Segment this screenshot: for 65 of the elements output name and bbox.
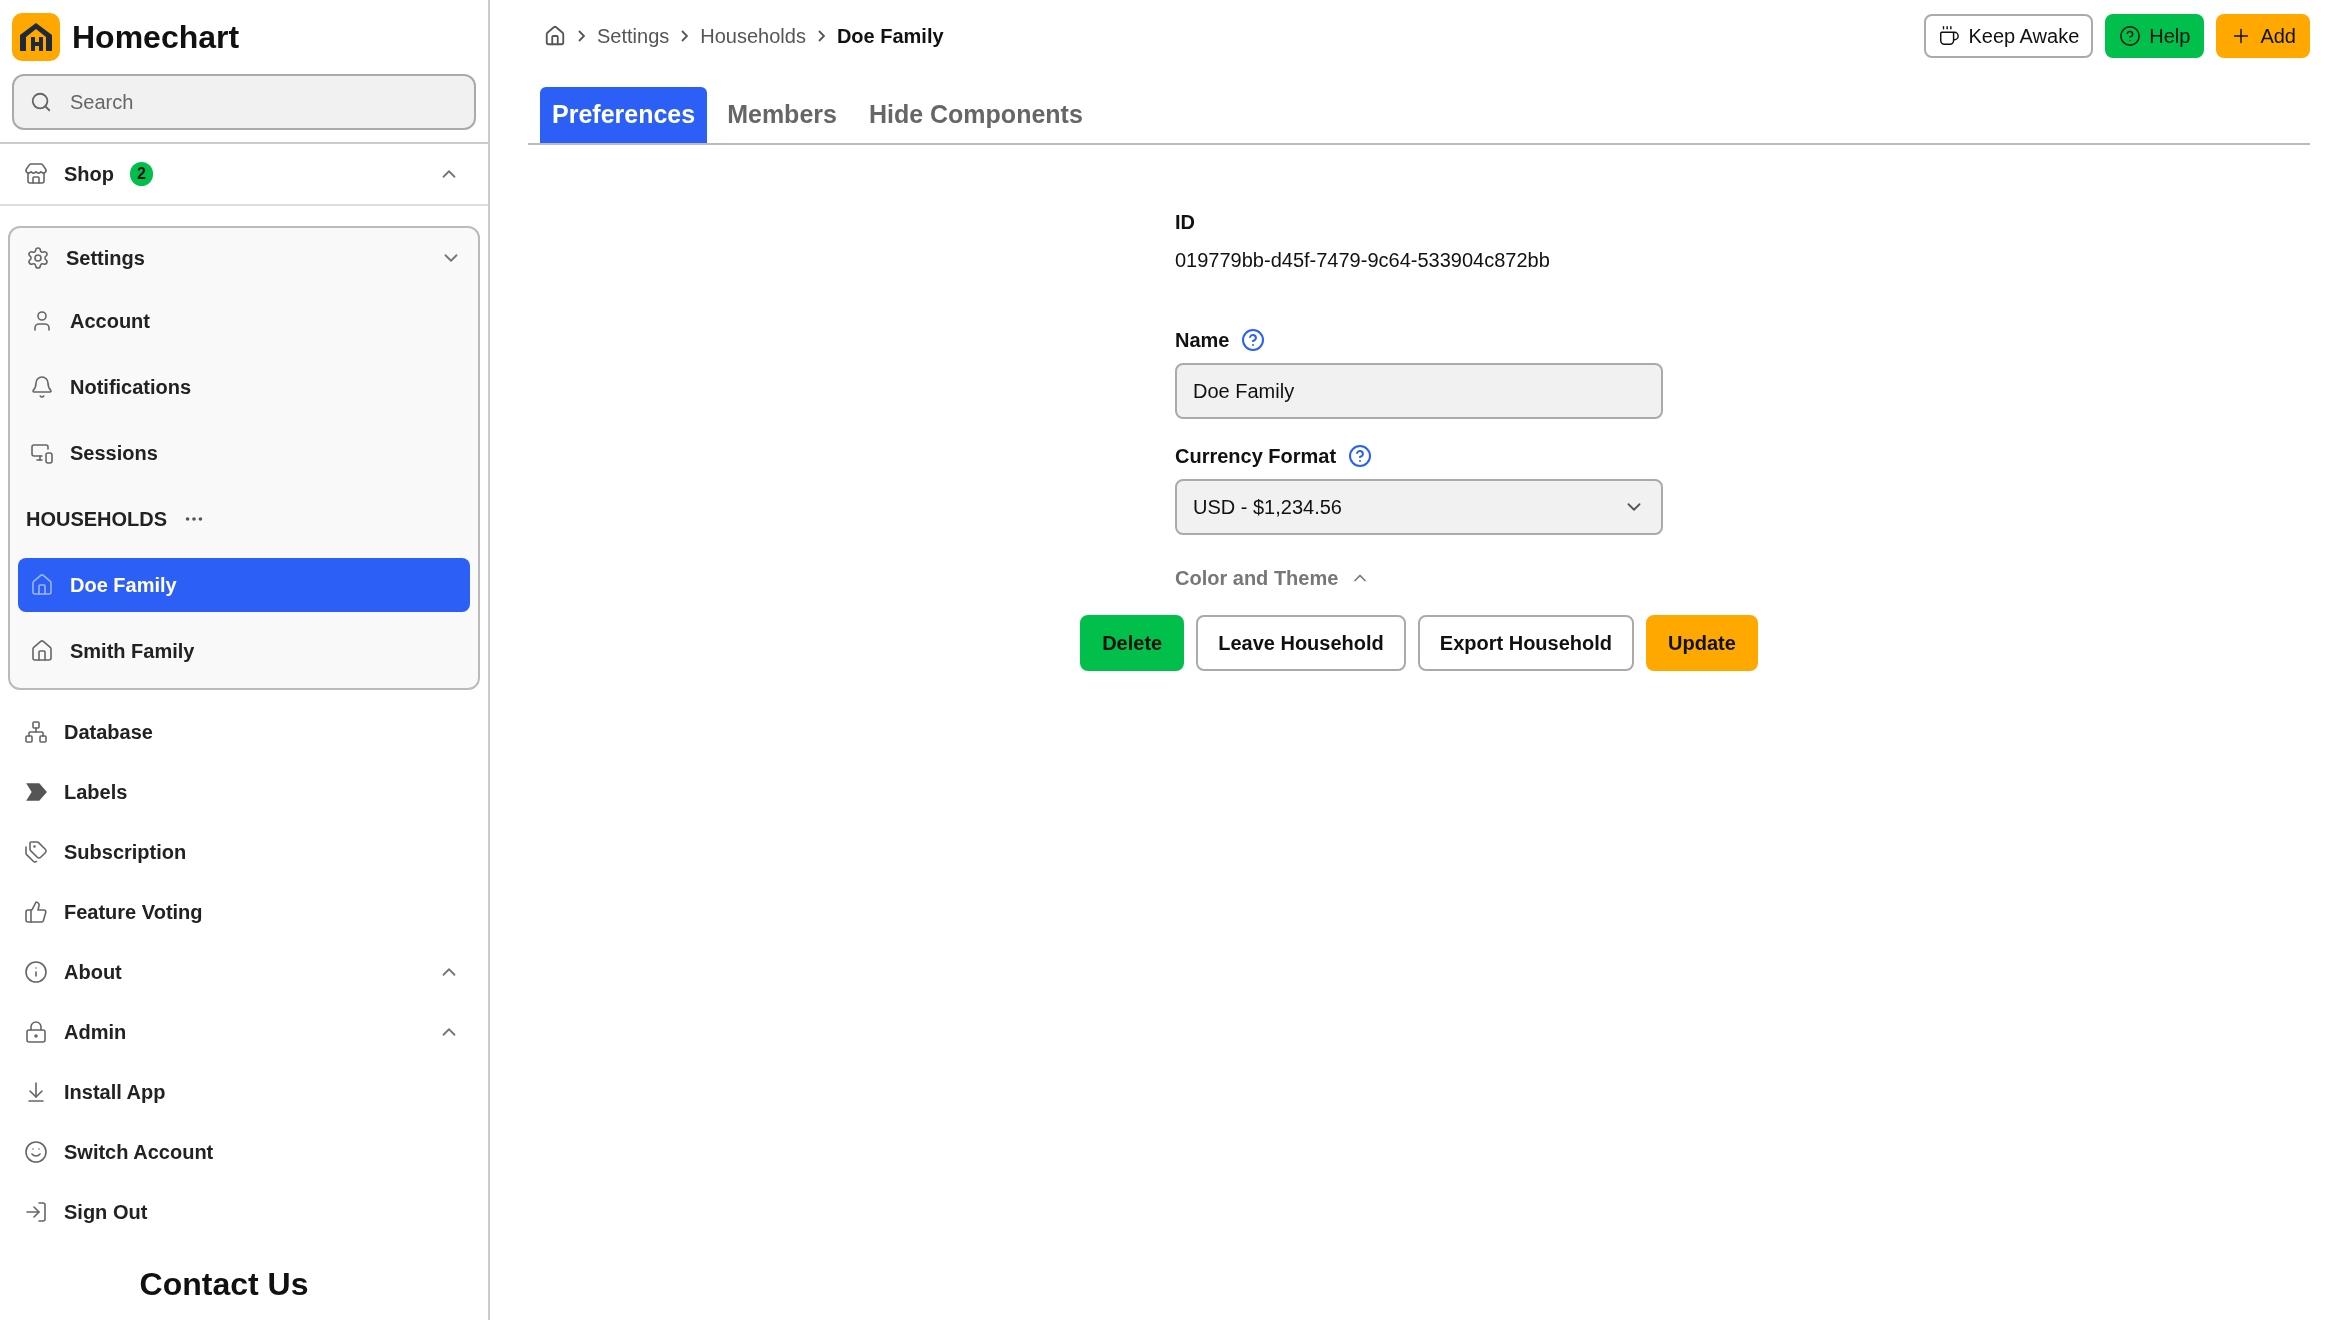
action-button[interactable]: Delete xyxy=(1080,615,1185,671)
action-button[interactable]: Leave Household xyxy=(1196,615,1406,671)
app-title: Homechart xyxy=(72,18,240,57)
action-button[interactable]: Export Household xyxy=(1417,615,1635,671)
tab[interactable]: Preferences xyxy=(540,87,708,143)
sidebar-item[interactable]: Subscription xyxy=(24,837,187,867)
breadcrumb-link[interactable]: Doe Family xyxy=(836,21,944,51)
lock-icon xyxy=(24,1020,48,1044)
name-input[interactable]: Doe Family xyxy=(1175,363,1663,419)
header-button[interactable]: Keep Awake xyxy=(1924,14,2094,58)
id-value: 019779bb-d45f-7479-9c64-533904c872bb xyxy=(1175,248,1551,273)
breadcrumb-link[interactable]: Households xyxy=(700,21,806,51)
count-badge: 2 xyxy=(130,162,153,186)
field-label: ID xyxy=(1175,210,1196,235)
sidebar-item[interactable]: Install App xyxy=(24,1077,166,1107)
header-button[interactable]: Help xyxy=(2105,14,2205,58)
help-icon xyxy=(2119,25,2142,47)
smiley-icon xyxy=(24,1140,48,1164)
sidebar-item[interactable]: Settings xyxy=(26,243,145,273)
search-icon xyxy=(30,91,52,113)
currency-select[interactable]: USD - $1,234.56 xyxy=(1175,479,1663,535)
chevron-right-icon xyxy=(681,30,689,42)
sidebar-item[interactable]: Shop 2 xyxy=(24,159,153,189)
search-field[interactable]: Search xyxy=(12,74,476,130)
sidebar-item[interactable]: Sessions xyxy=(18,426,470,480)
breadcrumb-link[interactable]: Settings xyxy=(597,21,670,51)
tag-icon xyxy=(24,780,48,804)
sidebar-item[interactable]: Sign Out xyxy=(24,1197,148,1227)
chevron-right-icon xyxy=(578,30,585,42)
section-header: HOUSEHOLDS xyxy=(26,507,168,532)
sidebar-item[interactable]: Admin xyxy=(24,1017,127,1047)
help-icon[interactable] xyxy=(1348,444,1373,468)
tab[interactable]: Members xyxy=(715,87,849,143)
sidebar-item[interactable]: Account xyxy=(18,294,470,348)
sidebar-item[interactable]: Notifications xyxy=(18,360,470,414)
home-icon[interactable] xyxy=(544,25,566,47)
header-button[interactable]: Add xyxy=(2216,14,2310,58)
coffee-icon xyxy=(1938,25,1961,47)
sidebar-item[interactable]: Switch Account xyxy=(24,1137,214,1167)
network-icon xyxy=(24,720,48,744)
action-button[interactable]: Update xyxy=(1646,615,1758,671)
sidebar-item[interactable]: Feature Voting xyxy=(24,897,203,927)
sidebar-item[interactable]: Doe Family xyxy=(18,558,470,612)
devices-icon xyxy=(30,441,54,465)
store-icon xyxy=(24,162,48,186)
field-label: Currency Format xyxy=(1175,444,1337,469)
house-icon xyxy=(30,639,54,663)
chevron-right-icon xyxy=(817,30,825,42)
house-logo-icon xyxy=(12,13,60,61)
tab[interactable]: Hide Components xyxy=(856,87,1095,143)
color-theme-toggle[interactable]: Color and Theme xyxy=(1175,563,1371,593)
tags-icon xyxy=(24,840,48,864)
thumbs-up-icon xyxy=(24,900,48,924)
sidebar-item[interactable]: Smith Family xyxy=(18,624,470,678)
info-icon xyxy=(24,960,48,984)
bell-icon xyxy=(30,375,54,399)
settings-icon xyxy=(26,246,50,270)
sign-out-icon xyxy=(24,1200,48,1224)
sidebar-item[interactable]: About xyxy=(24,957,122,987)
field-label: Name xyxy=(1175,328,1230,353)
sidebar-item[interactable]: Database xyxy=(24,717,153,747)
help-icon[interactable] xyxy=(1241,328,1266,352)
contact-heading: Contact Us xyxy=(139,1265,309,1304)
house-icon xyxy=(30,573,54,597)
sidebar-item[interactable]: Labels xyxy=(24,777,128,807)
